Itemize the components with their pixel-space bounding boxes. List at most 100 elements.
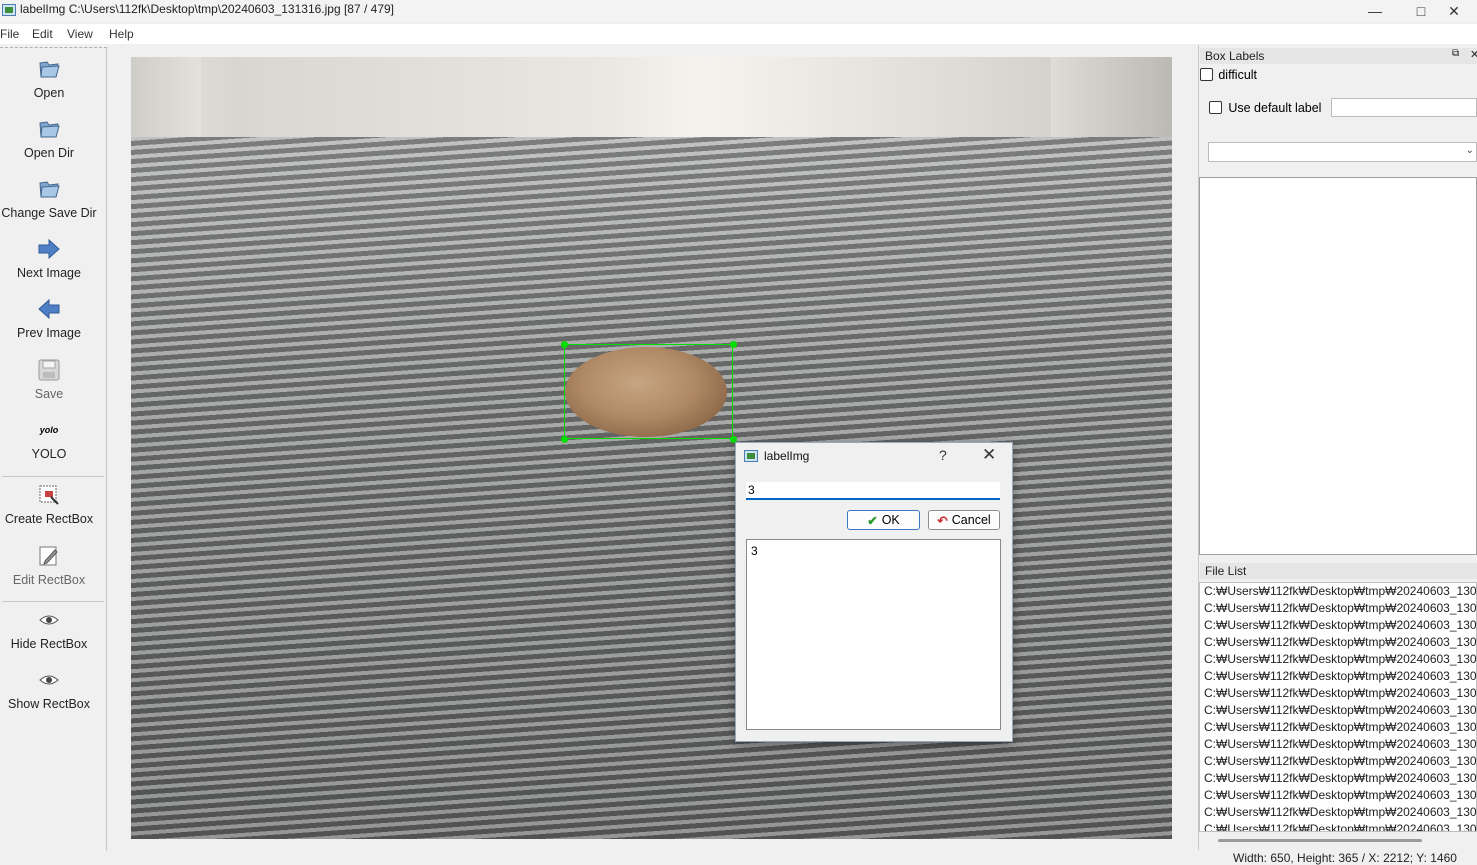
box-labels-title: Box Labels <box>1205 49 1265 63</box>
hide-rectbox-label: Hide RectBox <box>10 637 88 651</box>
label-combobox[interactable]: ⌄ <box>1208 142 1477 162</box>
open-button[interactable]: Open <box>0 57 98 100</box>
prev-image-button[interactable]: Prev Image <box>0 297 98 340</box>
folder-open-icon <box>39 61 60 78</box>
box-labels-dock-title: Box Labels ⧉ ✕ <box>1200 48 1477 64</box>
bbox-handle-bottom-left[interactable] <box>561 436 568 443</box>
bounding-box[interactable] <box>564 344 733 439</box>
maximize-icon: □ <box>1416 3 1426 19</box>
file-list-item[interactable]: C:₩Users₩112fk₩Desktop₩tmp₩20240603_1305 <box>1200 736 1476 753</box>
label-input[interactable] <box>746 482 1000 500</box>
file-list-item[interactable]: C:₩Users₩112fk₩Desktop₩tmp₩20240603_1304 <box>1200 668 1476 685</box>
file-list-item[interactable]: C:₩Users₩112fk₩Desktop₩tmp₩20240603_1305 <box>1200 787 1476 804</box>
open-dir-button[interactable]: Open Dir <box>0 117 98 160</box>
close-dock-icon[interactable]: ✕ <box>1470 48 1477 61</box>
open-label: Open <box>33 86 65 100</box>
file-list-item[interactable]: C:₩Users₩112fk₩Desktop₩tmp₩20240603_1304 <box>1200 634 1476 651</box>
close-icon: ✕ <box>1448 2 1460 19</box>
yolo-label: YOLO <box>31 447 67 461</box>
next-image-label: Next Image <box>17 266 81 280</box>
file-list-item[interactable]: C:₩Users₩112fk₩Desktop₩tmp₩20240603_1304 <box>1200 583 1476 600</box>
folder-open-icon <box>39 181 60 198</box>
file-list[interactable]: C:₩Users₩112fk₩Desktop₩tmp₩20240603_1304… <box>1199 582 1477 832</box>
menu-file[interactable]: File <box>0 27 19 41</box>
file-list-horizontal-scrollbar[interactable] <box>1218 839 1422 842</box>
create-rectbox-label: Create RectBox <box>4 512 94 526</box>
eye-icon <box>39 675 59 685</box>
file-list-title: File List <box>1205 564 1247 578</box>
show-rectbox-label: Show RectBox <box>8 697 90 711</box>
file-list-item[interactable]: C:₩Users₩112fk₩Desktop₩tmp₩20240603_1305 <box>1200 753 1476 770</box>
arrow-right-icon <box>38 238 60 260</box>
help-button[interactable]: ? <box>939 447 947 463</box>
bbox-handle-top-left[interactable] <box>561 341 568 348</box>
hide-rectbox-button[interactable]: Hide RectBox <box>0 608 98 651</box>
ok-button[interactable]: ✔ OK <box>847 510 920 530</box>
yolo-format-button[interactable]: yolo YOLO <box>0 418 98 461</box>
float-dock-icon[interactable]: ⧉ <box>1452 48 1459 59</box>
dialog-title: labelImg <box>764 449 810 463</box>
toolbar-separator <box>2 476 104 477</box>
undo-arrow-icon: ↶ <box>937 513 948 528</box>
cancel-button[interactable]: ↶ Cancel <box>928 510 1000 530</box>
use-default-label-checkbox[interactable] <box>1209 101 1222 115</box>
label-history-list[interactable]: 3 <box>746 539 1001 730</box>
change-save-dir-button[interactable]: Change Save Dir <box>0 177 98 220</box>
window-title: labelImg C:\Users\112fk\Desktop\tmp\2024… <box>20 2 395 16</box>
file-list-dock-title: File List <box>1200 563 1477 579</box>
menu-help[interactable]: Help <box>109 27 134 41</box>
save-button[interactable]: Save <box>0 358 98 401</box>
edit-rectbox-button[interactable]: Edit RectBox <box>0 544 98 587</box>
minimize-button[interactable]: — <box>1352 0 1398 22</box>
close-button[interactable]: ✕ <box>1431 0 1477 22</box>
difficult-checkbox-row[interactable]: difficult <box>1200 67 1257 82</box>
file-list-item[interactable]: C:₩Users₩112fk₩Desktop₩tmp₩20240603_1305 <box>1200 821 1476 831</box>
left-toolbar: Open Open Dir Change Save Dir Next Image… <box>0 47 107 851</box>
menu-view[interactable]: View <box>67 27 93 41</box>
create-rect-icon <box>39 485 59 505</box>
edit-rectbox-label: Edit RectBox <box>12 573 86 587</box>
ok-label: OK <box>881 513 900 527</box>
folder-open-icon <box>39 121 60 138</box>
file-list-item[interactable]: C:₩Users₩112fk₩Desktop₩tmp₩20240603_1304 <box>1200 617 1476 634</box>
file-list-item[interactable]: C:₩Users₩112fk₩Desktop₩tmp₩20240603_1304 <box>1200 651 1476 668</box>
default-label-input[interactable] <box>1331 98 1477 117</box>
minimize-icon: — <box>1368 3 1382 19</box>
checkmark-icon: ✔ <box>867 513 878 528</box>
use-default-label-text: Use default label <box>1228 100 1322 115</box>
toolbar-separator <box>2 601 104 602</box>
file-list-item[interactable]: C:₩Users₩112fk₩Desktop₩tmp₩20240603_1305 <box>1200 685 1476 702</box>
file-list-item[interactable]: C:₩Users₩112fk₩Desktop₩tmp₩20240603_1305 <box>1200 770 1476 787</box>
bbox-handle-top-right[interactable] <box>730 341 737 348</box>
save-label: Save <box>34 387 64 401</box>
title-bar: labelImg C:\Users\112fk\Desktop\tmp\2024… <box>0 0 1477 22</box>
edit-pencil-icon <box>39 546 58 566</box>
prev-image-label: Prev Image <box>17 326 81 340</box>
create-rectbox-button[interactable]: Create RectBox <box>0 483 98 526</box>
label-list[interactable] <box>1199 177 1477 555</box>
file-list-item[interactable]: C:₩Users₩112fk₩Desktop₩tmp₩20240603_1305 <box>1200 804 1476 821</box>
file-list-item[interactable]: C:₩Users₩112fk₩Desktop₩tmp₩20240603_1305 <box>1200 702 1476 719</box>
yolo-icon: yolo <box>39 425 59 435</box>
file-list-item[interactable]: C:₩Users₩112fk₩Desktop₩tmp₩20240603_1304 <box>1200 600 1476 617</box>
image-canvas[interactable] <box>131 57 1172 839</box>
photo-carpet-floor <box>131 137 1172 839</box>
menu-edit[interactable]: Edit <box>32 27 53 41</box>
change-save-dir-label: Change Save Dir <box>1 206 97 220</box>
difficult-checkbox[interactable] <box>1200 68 1213 82</box>
cancel-label: Cancel <box>951 513 991 527</box>
use-default-label-row[interactable]: Use default label <box>1209 100 1321 115</box>
menu-bar: File Edit View Help <box>0 24 1477 44</box>
open-dir-label: Open Dir <box>23 146 75 160</box>
dialog-close-icon[interactable]: ✕ <box>982 445 996 465</box>
save-floppy-icon <box>38 359 60 381</box>
show-rectbox-button[interactable]: Show RectBox <box>0 668 98 711</box>
label-history-item[interactable]: 3 <box>747 540 1000 558</box>
labelimg-app-icon <box>2 4 16 16</box>
photo-ceiling <box>131 57 1172 137</box>
label-dialog: labelImg ? ✕ ✔ OK ↶ Cancel 3 <box>735 442 1013 742</box>
eye-icon <box>39 615 59 625</box>
status-bar: Width: 650, Height: 365 / X: 2212; Y: 14… <box>1233 851 1457 865</box>
next-image-button[interactable]: Next Image <box>0 237 98 280</box>
file-list-item[interactable]: C:₩Users₩112fk₩Desktop₩tmp₩20240603_1305 <box>1200 719 1476 736</box>
